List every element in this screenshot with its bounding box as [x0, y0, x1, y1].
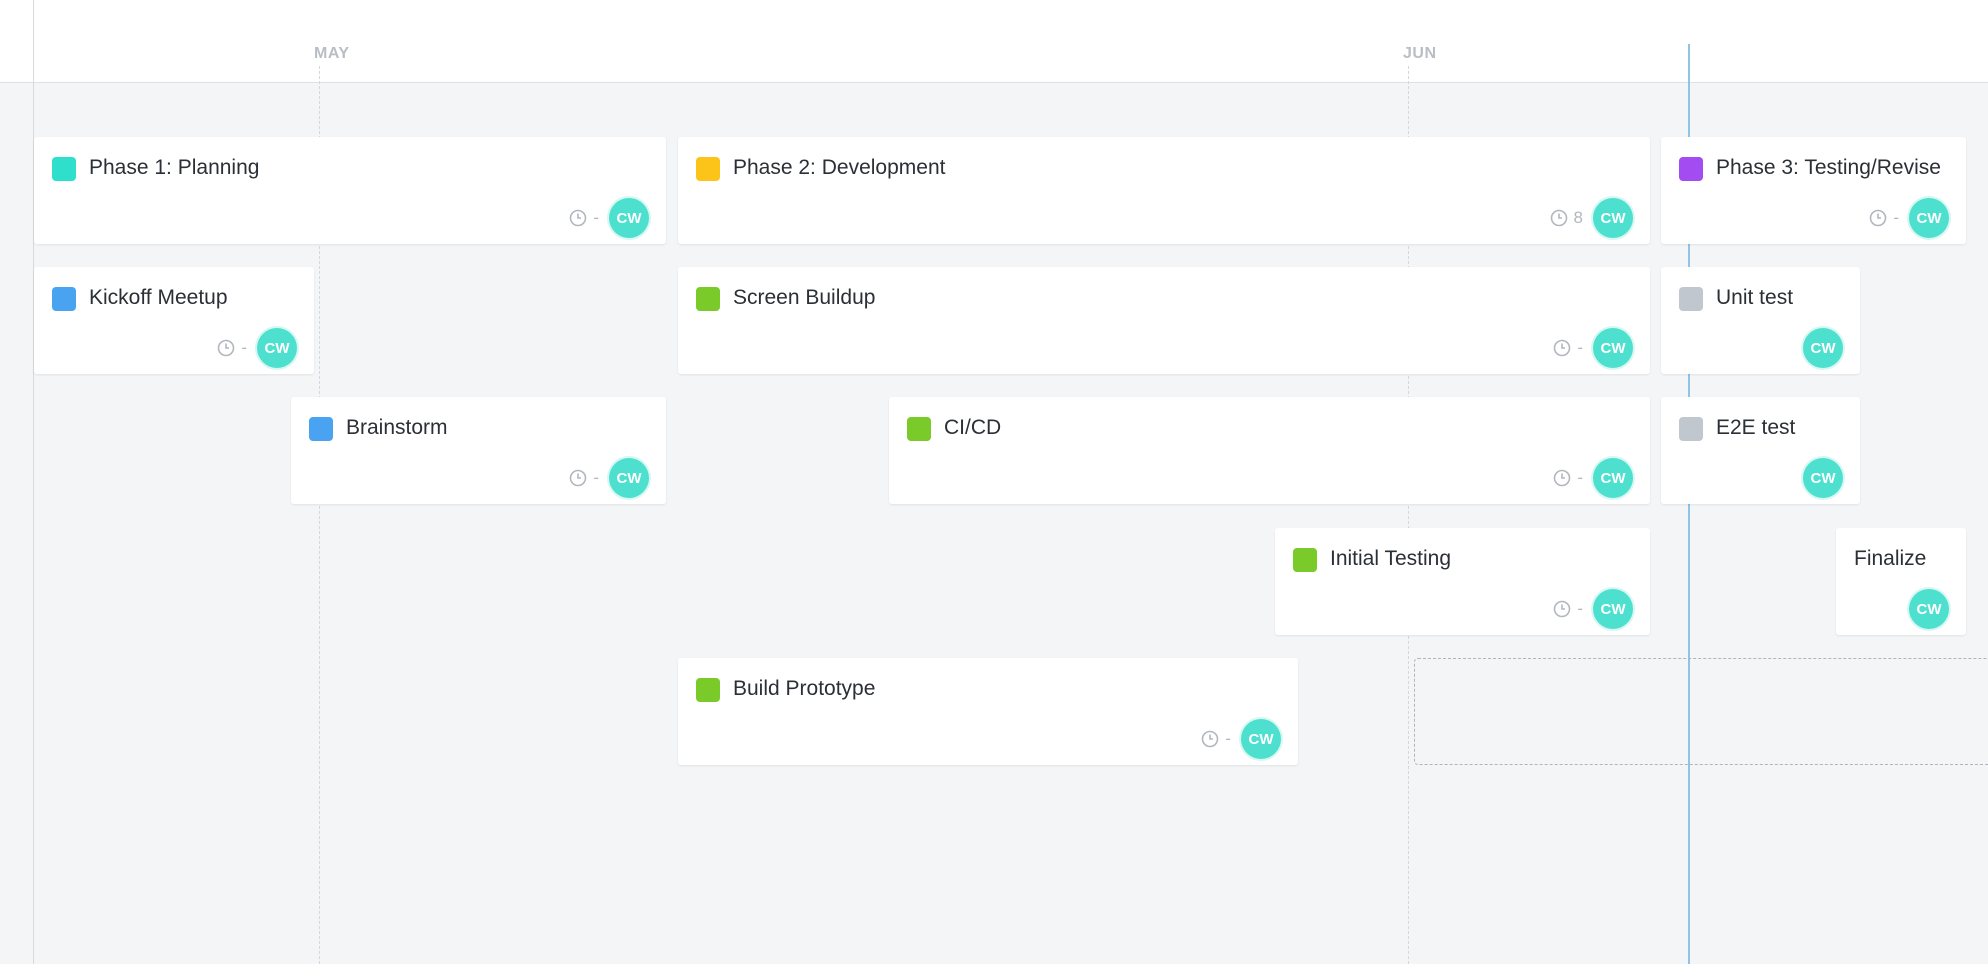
task-color-swatch [52, 287, 76, 311]
assignee-avatar[interactable]: CW [609, 458, 649, 498]
time-estimate-value: - [593, 208, 599, 227]
task-card-finalize[interactable]: Finalize CW [1836, 528, 1966, 635]
month-label-jun: JUN [1403, 45, 1437, 62]
time-estimate-value: - [593, 468, 599, 487]
time-estimate-value: - [241, 338, 247, 357]
assignee-avatar[interactable]: CW [1593, 458, 1633, 498]
task-title: CI/CD [944, 416, 1002, 439]
task-title: Phase 1: Planning [89, 156, 260, 179]
task-title: E2E test [1716, 416, 1796, 439]
clock-icon [570, 209, 587, 227]
task-card-kickoff-meetup[interactable]: Kickoff Meetup - CW [34, 267, 314, 374]
task-color-swatch [1293, 548, 1317, 572]
time-estimate[interactable]: - [569, 468, 599, 488]
task-color-swatch [1679, 287, 1703, 311]
task-color-swatch [52, 157, 76, 181]
assignee-avatar[interactable]: CW [1909, 589, 1949, 629]
task-title: Unit test [1716, 286, 1794, 309]
task-title: Phase 3: Testing/Revise [1716, 156, 1941, 179]
task-card-build-prototype[interactable]: Build Prototype - CW [678, 658, 1298, 765]
task-title: Initial Testing [1330, 547, 1452, 570]
task-title: Build Prototype [733, 677, 876, 700]
time-estimate-value: - [1893, 208, 1899, 227]
assignee-avatar[interactable]: CW [1593, 328, 1633, 368]
time-estimate[interactable]: 8 [1550, 208, 1583, 228]
time-estimate-value: - [1577, 468, 1583, 487]
task-color-swatch [907, 417, 931, 441]
time-estimate-value: 8 [1573, 208, 1583, 227]
time-estimate[interactable]: - [1869, 208, 1899, 228]
task-card-e2e-test[interactable]: E2E test CW [1661, 397, 1860, 504]
task-color-swatch [1679, 417, 1703, 441]
time-estimate[interactable]: - [569, 208, 599, 228]
task-card-phase-3-testing-revise[interactable]: Phase 3: Testing/Revise - CW [1661, 137, 1966, 244]
task-card-screen-buildup[interactable]: Screen Buildup - CW [678, 267, 1650, 374]
task-card-initial-testing[interactable]: Initial Testing - CW [1275, 528, 1650, 635]
task-card-phase-1-planning[interactable]: Phase 1: Planning - CW [34, 137, 666, 244]
time-estimate[interactable]: - [1553, 468, 1583, 488]
task-color-swatch [696, 678, 720, 702]
time-estimate-value: - [1225, 729, 1231, 748]
task-color-swatch [696, 157, 720, 181]
clock-icon [1554, 469, 1571, 487]
assignee-avatar[interactable]: CW [1593, 198, 1633, 238]
task-title: Screen Buildup [733, 286, 876, 309]
assignee-avatar[interactable]: CW [257, 328, 297, 368]
task-title: Brainstorm [346, 416, 448, 439]
clock-icon [570, 469, 587, 487]
time-estimate[interactable]: - [1553, 338, 1583, 358]
clock-icon [1870, 209, 1887, 227]
task-title: Phase 2: Development [733, 156, 946, 179]
task-color-swatch [696, 287, 720, 311]
month-label-may: MAY [314, 45, 350, 62]
task-card-ci-cd[interactable]: CI/CD - CW [889, 397, 1650, 504]
time-estimate[interactable]: - [1201, 729, 1231, 749]
assignee-avatar[interactable]: CW [1593, 589, 1633, 629]
clock-icon [1554, 339, 1571, 357]
task-title: Finalize [1854, 547, 1927, 570]
time-estimate-value: - [1577, 338, 1583, 357]
task-color-swatch [1679, 157, 1703, 181]
time-estimate-value: - [1577, 599, 1583, 618]
task-card-brainstorm[interactable]: Brainstorm - CW [291, 397, 666, 504]
drop-placeholder[interactable] [1414, 658, 1988, 765]
task-card-phase-2-development[interactable]: Phase 2: Development 8 CW [678, 137, 1650, 244]
clock-icon [1550, 209, 1567, 227]
assignee-avatar[interactable]: CW [609, 198, 649, 238]
task-title: Kickoff Meetup [89, 286, 228, 309]
clock-icon [1554, 600, 1571, 618]
assignee-avatar[interactable]: CW [1241, 719, 1281, 759]
clock-icon [218, 339, 235, 357]
clock-icon [1202, 730, 1219, 748]
time-estimate[interactable]: - [217, 338, 247, 358]
time-estimate[interactable]: - [1553, 599, 1583, 619]
task-card-unit-test[interactable]: Unit test CW [1661, 267, 1860, 374]
assignee-avatar[interactable]: CW [1803, 458, 1843, 498]
assignee-avatar[interactable]: CW [1803, 328, 1843, 368]
assignee-avatar[interactable]: CW [1909, 198, 1949, 238]
task-color-swatch [309, 417, 333, 441]
